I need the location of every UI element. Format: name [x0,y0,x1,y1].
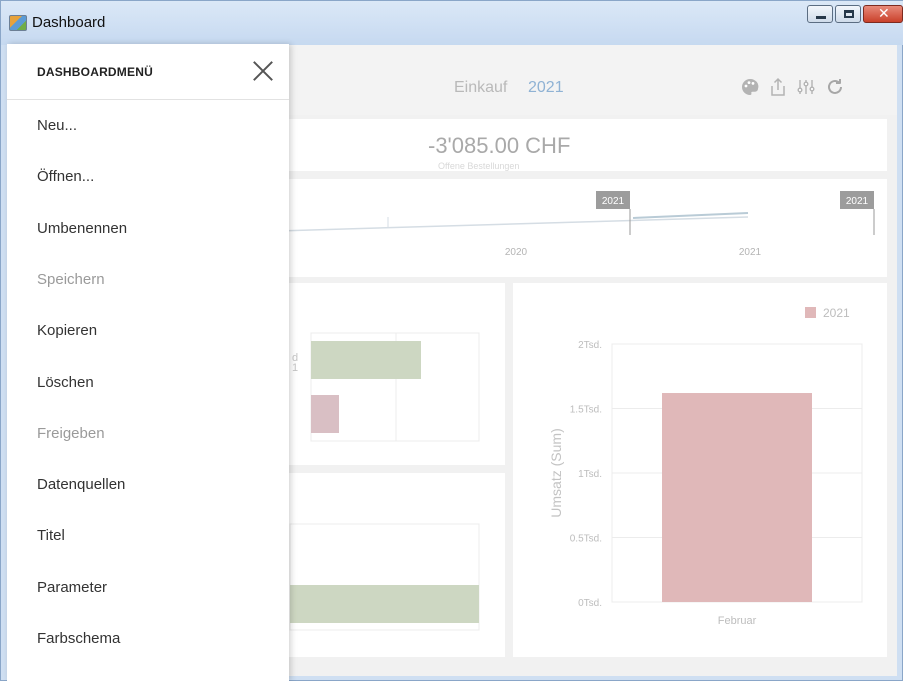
bar[interactable] [311,341,421,379]
dashboard-menu-title: DASHBOARDMENÜ [37,65,153,79]
date-range-card: 2021 2021 2020 2021 [277,179,887,277]
range-axis-label: 2020 [505,247,528,258]
y-tick-label: 1.5Tsd. [570,405,602,416]
y-tick-label: 0Tsd. [578,598,602,609]
legend-label: 2021 [823,306,850,320]
menu-item-speichern[interactable]: Speichern [37,271,105,288]
y-tick-label: 0.5Tsd. [570,534,602,545]
range-left-badge-label: 2021 [602,196,625,207]
window-title: Dashboard [32,14,106,31]
bar[interactable] [290,585,479,623]
dashboard-title-parameter[interactable]: 2021 [528,79,564,97]
palette-icon[interactable] [739,77,761,99]
kpi-value: -3'085.00 CHF [428,133,571,158]
menu-item-freigeben[interactable]: Freigeben [37,425,105,442]
filter-settings-icon[interactable] [795,77,817,99]
dashboard-app-icon [9,15,27,31]
y-axis-label: Umsatz (Sum) [548,428,564,517]
kpi-card: -3'085.00 CHF Offene Bestellungen [278,119,887,171]
title-bar[interactable]: Dashboard ✕ [1,1,903,45]
dashboard-menu-header: DASHBOARDMENÜ [7,44,289,100]
menu-item-parameter[interactable]: Parameter [37,579,107,596]
sales-chart-card: 0Tsd. 0.5Tsd. 1Tsd. 1.5Tsd. 2Tsd. Februar Umsa… [513,283,887,657]
small-bar-chart-card: d 1 [278,283,505,465]
refresh-icon[interactable] [824,77,846,99]
close-menu-button[interactable] [250,58,276,84]
wide-bar-chart-card [278,473,505,657]
y-tick-label: 2Tsd. [578,340,602,351]
range-filter-chart[interactable]: 2021 2021 2020 2021 [277,179,887,277]
bar[interactable] [311,395,339,433]
kpi-subtitle: Offene Bestellungen [438,161,520,171]
menu-item-neu[interactable]: Neu... [37,117,77,134]
maximize-icon [844,10,854,18]
dashboard-menu: DASHBOARDMENÜ Neu... Öffnen... Umbenennen S… [7,44,289,681]
menu-item-öffnen[interactable]: Öffnen... [37,168,94,185]
export-icon[interactable] [767,77,789,99]
legend-swatch [805,307,816,318]
x-tick-label: Februar [718,615,757,627]
menu-item-titel[interactable]: Titel [37,527,65,544]
menu-item-kopieren[interactable]: Kopieren [37,322,97,339]
minimize-button[interactable] [807,5,833,23]
legend-fragment: 1 [292,362,298,374]
y-tick-label: 1Tsd. [578,469,602,480]
minimize-icon [816,16,826,19]
menu-item-datenquellen[interactable]: Datenquellen [37,476,125,493]
menu-item-umbenennen[interactable]: Umbenennen [37,220,127,237]
sales-bar-chart: 0Tsd. 0.5Tsd. 1Tsd. 1.5Tsd. 2Tsd. Februar Umsa… [548,306,863,627]
maximize-button[interactable] [835,5,861,23]
dashboard-title: Einkauf [454,79,508,96]
range-line [277,216,749,232]
menu-item-farbschema[interactable]: Farbschema [37,630,120,647]
bar-februar[interactable] [662,393,812,602]
close-window-button[interactable]: ✕ [863,5,903,23]
range-axis-label: 2021 [739,247,762,258]
range-right-badge-label: 2021 [846,196,869,207]
close-icon: ✕ [878,5,890,21]
menu-item-löschen[interactable]: Löschen [37,374,94,391]
